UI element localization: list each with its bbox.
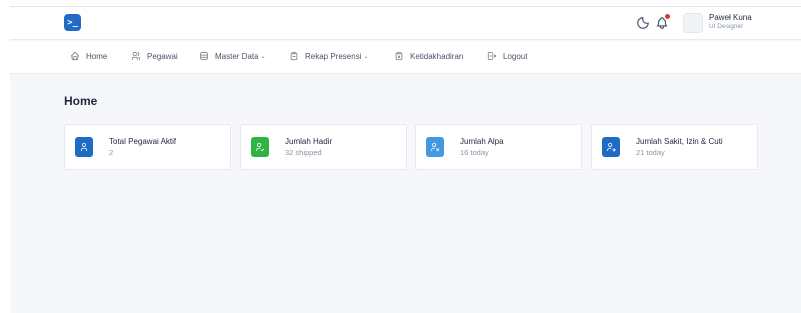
user-check-icon xyxy=(251,137,269,157)
nav-label-pegawai: Pegawai xyxy=(147,51,178,61)
notification-dot xyxy=(665,14,670,19)
card-title: Jumlah Hadir xyxy=(285,137,333,146)
stat-card-jumlah-alpa[interactable]: Jumlah Alpa 16 today xyxy=(415,124,582,170)
terminal-icon[interactable]: >_ xyxy=(64,14,81,31)
logout-icon xyxy=(487,51,503,61)
chevron-down-icon: ⌄ xyxy=(260,53,266,60)
home-icon xyxy=(70,51,86,61)
card-value: 16 today xyxy=(460,148,489,157)
user-role: UI Designer xyxy=(709,23,744,30)
stat-card-sakit-izin-cuti[interactable]: Jumlah Sakit, Izin & Cuti 21 today xyxy=(591,124,758,170)
card-title: Total Pegawai Aktif xyxy=(109,137,177,146)
card-value: 21 today xyxy=(636,148,665,157)
card-value: 2 xyxy=(109,148,114,157)
chevron-down-icon: ⌄ xyxy=(363,53,369,60)
moon-icon[interactable] xyxy=(636,16,650,30)
bell-icon[interactable] xyxy=(655,14,670,30)
stat-card-total-pegawai[interactable]: Total Pegawai Aktif 2 xyxy=(64,124,231,170)
nav-item-pegawai[interactable]: Pegawai xyxy=(131,51,178,61)
user-arrow-icon xyxy=(602,137,620,157)
user-name[interactable]: Paweł Kuna xyxy=(709,13,752,22)
nav-label-rekap-presensi: Rekap Presensi xyxy=(305,51,362,61)
card-title: Jumlah Sakit, Izin & Cuti xyxy=(636,137,723,146)
clipboard-icon xyxy=(289,51,305,61)
logo-glyph: >_ xyxy=(67,17,78,28)
nav-item-rekap-presensi[interactable]: Rekap Presensi ⌄ xyxy=(289,51,369,61)
topbar: >_ Paweł Kuna UI Designer xyxy=(10,7,801,40)
clipboard-x-icon xyxy=(394,51,410,61)
user-x-icon xyxy=(426,137,444,157)
card-value: 32 shipped xyxy=(285,148,322,157)
page-title: Home xyxy=(64,94,98,108)
nav-label-ketidakhadiran: Ketidakhadiran xyxy=(410,51,464,61)
users-icon xyxy=(131,51,147,61)
nav-item-ketidakhadiran[interactable]: Ketidakhadiran xyxy=(394,51,463,61)
nav-label-master-data: Master Data xyxy=(215,51,259,61)
avatar[interactable] xyxy=(683,13,703,33)
app-frame: >_ Paweł Kuna UI Designer Home Pegawai M… xyxy=(10,6,801,313)
nav-label-logout: Logout xyxy=(503,51,528,61)
nav-item-master-data[interactable]: Master Data ⌄ xyxy=(199,51,266,61)
nav-label-home: Home xyxy=(86,51,108,61)
stat-card-jumlah-hadir[interactable]: Jumlah Hadir 32 shipped xyxy=(240,124,407,170)
user-icon xyxy=(75,137,93,157)
main-nav: Home Pegawai Master Data ⌄ Rekap Presens… xyxy=(10,41,801,74)
database-icon xyxy=(199,51,215,61)
nav-item-logout[interactable]: Logout xyxy=(487,51,527,61)
nav-item-home[interactable]: Home xyxy=(70,51,107,61)
card-title: Jumlah Alpa xyxy=(460,137,504,146)
